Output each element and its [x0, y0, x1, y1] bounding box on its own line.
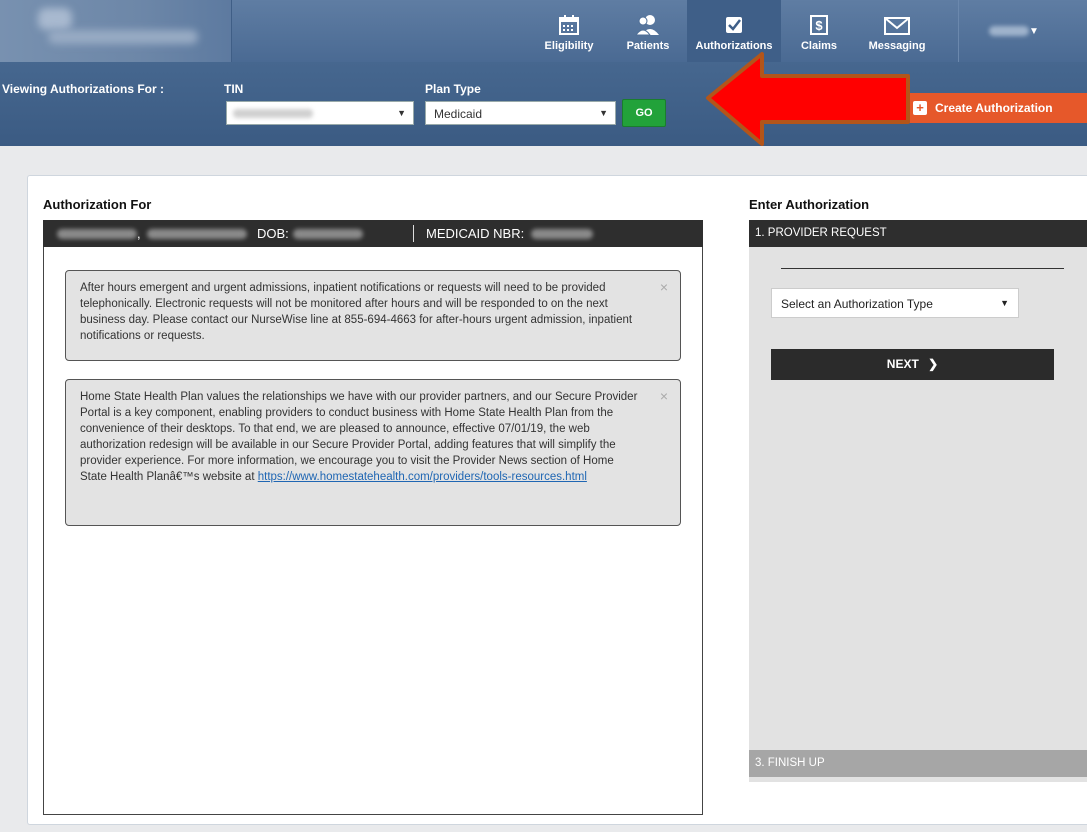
- medicaid-nbr-redacted: [531, 229, 593, 239]
- nav-patients-label: Patients: [626, 40, 670, 52]
- enter-authorization-title: Enter Authorization: [749, 197, 870, 212]
- plan-type-value: Medicaid: [434, 107, 483, 121]
- notice-after-hours: After hours emergent and urgent admissio…: [65, 270, 681, 361]
- envelope-icon: [884, 17, 910, 35]
- step-finish-up[interactable]: 3. FINISH UP: [749, 750, 1087, 777]
- tin-select[interactable]: ▼: [226, 101, 414, 125]
- viewing-label: Viewing Authorizations For :: [2, 82, 164, 96]
- logo-mark: [38, 8, 72, 30]
- notice-web-redesign: Home State Health Plan values the relati…: [65, 379, 681, 526]
- separator: [413, 225, 414, 242]
- dropdown-arrow-icon: ▼: [397, 108, 406, 118]
- tin-value-redacted: [233, 109, 313, 118]
- step-provider-request[interactable]: 1. PROVIDER REQUEST: [749, 220, 1087, 247]
- patient-first-name-redacted: [147, 229, 247, 239]
- notice-after-hours-text: After hours emergent and urgent admissio…: [80, 282, 633, 342]
- next-button[interactable]: NEXT ❯: [771, 349, 1054, 380]
- dob-label: DOB:: [257, 226, 289, 241]
- logo-text-redacted: [48, 30, 198, 44]
- dollar-icon: $: [810, 15, 828, 35]
- dob-value-redacted: [293, 229, 363, 239]
- name-comma: ,: [137, 226, 141, 241]
- authorization-type-placeholder: Select an Authorization Type: [781, 297, 933, 311]
- medicaid-nbr-label: MEDICAID NBR:: [426, 226, 525, 241]
- close-icon[interactable]: ×: [660, 388, 668, 404]
- patient-last-name-redacted: [57, 229, 137, 239]
- checkbox-icon: [726, 17, 742, 33]
- notice-web-redesign-text: Home State Health Plan values the relati…: [80, 391, 638, 483]
- authorization-type-select[interactable]: Select an Authorization Type ▼: [771, 288, 1019, 318]
- plus-icon: +: [913, 101, 927, 115]
- patient-info-bar: , DOB: MEDICAID NBR:: [43, 220, 703, 247]
- svg-text:$: $: [815, 18, 823, 33]
- divider: [781, 268, 1064, 269]
- create-authorization-button[interactable]: + Create Authorization: [903, 93, 1087, 123]
- nav-patients[interactable]: Patients: [613, 0, 683, 62]
- tools-resources-link[interactable]: https://www.homestatehealth.com/provider…: [258, 471, 587, 483]
- authorization-for-title: Authorization For: [43, 197, 152, 212]
- dropdown-arrow-icon: ▼: [599, 108, 608, 118]
- logo[interactable]: [0, 0, 232, 62]
- plan-type-label: Plan Type: [425, 82, 481, 96]
- nav-eligibility[interactable]: Eligibility: [531, 0, 607, 62]
- close-icon[interactable]: ×: [660, 279, 668, 295]
- patients-icon: [635, 15, 659, 36]
- calendar-icon: [559, 15, 579, 35]
- caret-down-icon: ▼: [1029, 26, 1039, 37]
- chevron-right-icon: ❯: [928, 357, 939, 371]
- user-menu[interactable]: ▼: [958, 0, 1087, 62]
- next-label: NEXT: [886, 357, 919, 371]
- username-redacted: [989, 26, 1029, 36]
- go-button[interactable]: GO: [622, 99, 666, 127]
- nav-eligibility-label: Eligibility: [544, 40, 594, 52]
- annotation-arrow-icon: [706, 52, 910, 146]
- tin-label: TIN: [224, 82, 244, 96]
- enter-authorization-panel: 1. PROVIDER REQUEST Select an Authorizat…: [749, 220, 1087, 782]
- dropdown-arrow-icon: ▼: [1000, 298, 1009, 308]
- plan-type-select[interactable]: Medicaid ▼: [425, 101, 616, 125]
- top-nav: Eligibility Patients Authorizations $ Cl…: [0, 0, 1087, 62]
- create-authorization-label: Create Authorization: [935, 101, 1053, 115]
